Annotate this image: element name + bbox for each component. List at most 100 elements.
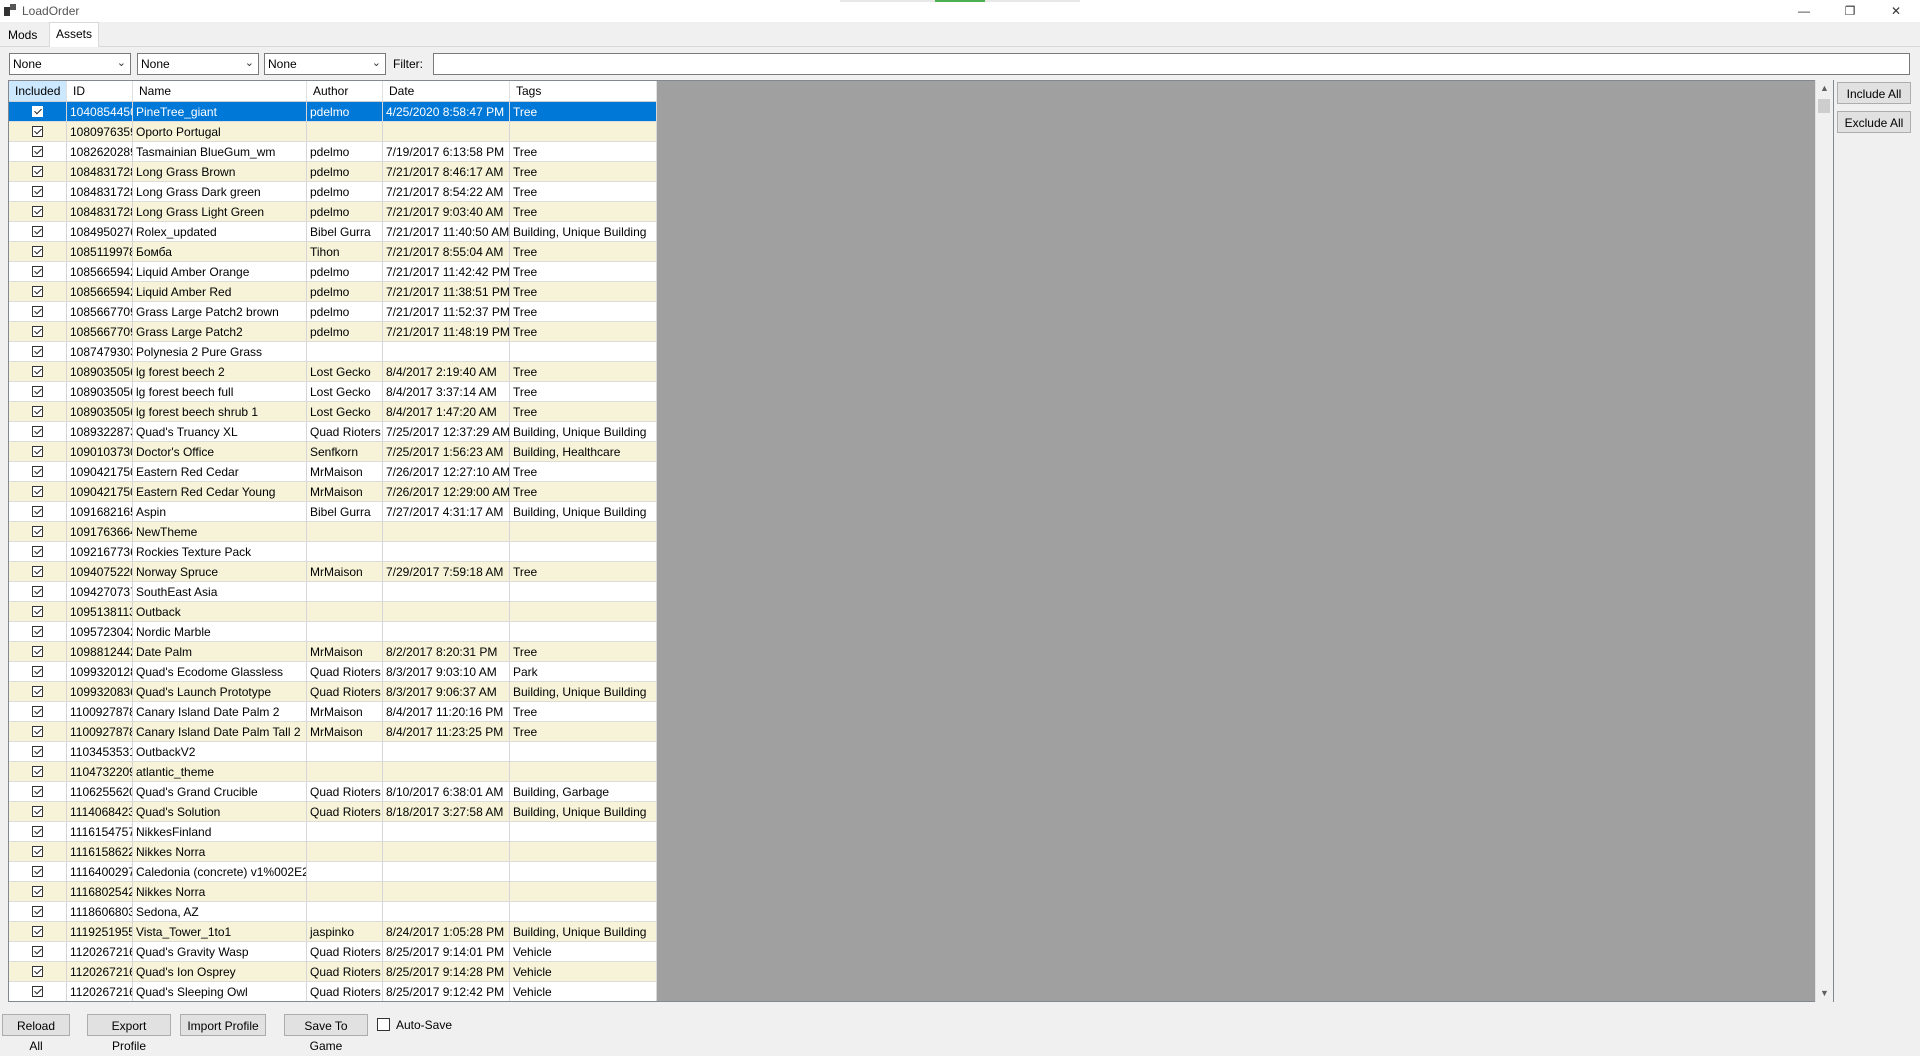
- included-checkbox[interactable]: [32, 246, 43, 257]
- included-cell[interactable]: [9, 802, 67, 822]
- included-checkbox[interactable]: [32, 446, 43, 457]
- included-checkbox[interactable]: [32, 106, 43, 117]
- table-row[interactable]: 1084831728 Long Grass Light Green pdelmo 7/…: [9, 202, 657, 222]
- included-checkbox[interactable]: [32, 706, 43, 717]
- included-cell[interactable]: [9, 982, 67, 1001]
- tab-mods[interactable]: Mods: [2, 24, 43, 46]
- exclude-all-button[interactable]: Exclude All: [1837, 111, 1911, 133]
- included-checkbox[interactable]: [32, 846, 43, 857]
- included-checkbox[interactable]: [32, 566, 43, 577]
- included-cell[interactable]: [9, 742, 67, 762]
- included-cell[interactable]: [9, 222, 67, 242]
- included-cell[interactable]: [9, 402, 67, 422]
- included-cell[interactable]: [9, 502, 67, 522]
- included-cell[interactable]: [9, 322, 67, 342]
- column-header-author[interactable]: Author: [307, 81, 383, 101]
- table-row[interactable]: 1119251955 Vista_Tower_1to1 jaspinko 8/24/2…: [9, 922, 657, 942]
- table-row[interactable]: 1095138113 Outback: [9, 602, 657, 622]
- table-row[interactable]: 1116400297 Caledonia (concrete) v1%002E2: [9, 862, 657, 882]
- scrollbar-thumb[interactable]: [1818, 99, 1830, 113]
- table-row[interactable]: 1085665942 Liquid Amber Orange pdelmo 7/21/…: [9, 262, 657, 282]
- included-cell[interactable]: [9, 482, 67, 502]
- import-profile-button[interactable]: Import Profile: [180, 1014, 266, 1036]
- included-checkbox[interactable]: [32, 486, 43, 497]
- filter-combo-3[interactable]: None ⌄: [264, 53, 386, 75]
- table-row[interactable]: 1085119978 Бомба Tihon 7/21/2017 8:55:04 AM…: [9, 242, 657, 262]
- included-cell[interactable]: [9, 282, 67, 302]
- close-button[interactable]: ✕: [1873, 0, 1919, 22]
- column-header-tags[interactable]: Tags: [510, 81, 657, 101]
- included-checkbox[interactable]: [32, 426, 43, 437]
- column-header-id[interactable]: ID: [67, 81, 133, 101]
- included-cell[interactable]: [9, 142, 67, 162]
- grid-vertical-scrollbar[interactable]: ▲ ▼: [1815, 80, 1833, 1002]
- included-checkbox[interactable]: [32, 126, 43, 137]
- included-checkbox[interactable]: [32, 226, 43, 237]
- tab-assets[interactable]: Assets: [49, 22, 100, 47]
- included-checkbox[interactable]: [32, 346, 43, 357]
- included-checkbox[interactable]: [32, 186, 43, 197]
- table-row[interactable]: 1103453531 OutbackV2: [9, 742, 657, 762]
- table-row[interactable]: 1094270737 SouthEast Asia: [9, 582, 657, 602]
- table-row[interactable]: 1100927878 Canary Island Date Palm Tall 2…: [9, 722, 657, 742]
- included-checkbox[interactable]: [32, 806, 43, 817]
- included-checkbox[interactable]: [32, 746, 43, 757]
- included-cell[interactable]: [9, 122, 67, 142]
- filter-combo-2[interactable]: None ⌄: [137, 53, 259, 75]
- included-cell[interactable]: [9, 782, 67, 802]
- included-checkbox[interactable]: [32, 506, 43, 517]
- table-row[interactable]: 1116802542 Nikkes Norra: [9, 882, 657, 902]
- included-cell[interactable]: [9, 562, 67, 582]
- included-checkbox[interactable]: [32, 666, 43, 677]
- table-row[interactable]: 1100927878 Canary Island Date Palm 2 MrMai…: [9, 702, 657, 722]
- included-checkbox[interactable]: [32, 326, 43, 337]
- table-row[interactable]: 1084950276 Rolex_updated Bibel Gurra 7/21/2…: [9, 222, 657, 242]
- table-row[interactable]: 1080976359 Oporto Portugal: [9, 122, 657, 142]
- scroll-down-icon[interactable]: ▼: [1816, 985, 1833, 1002]
- included-checkbox[interactable]: [32, 146, 43, 157]
- column-header-date[interactable]: Date: [383, 81, 510, 101]
- table-row[interactable]: 1094075220 Norway Spruce MrMaison 7/29/2017…: [9, 562, 657, 582]
- table-row[interactable]: 1120267216 Quad's Ion Osprey Quad Rioters 8…: [9, 962, 657, 982]
- included-cell[interactable]: [9, 622, 67, 642]
- table-row[interactable]: 1089035056 lg forest beech shrub 1 Lost Ge…: [9, 402, 657, 422]
- table-row[interactable]: 1085667709 Grass Large Patch2 brown pdelmo…: [9, 302, 657, 322]
- included-checkbox[interactable]: [32, 906, 43, 917]
- save-to-game-button[interactable]: Save To Game: [284, 1014, 368, 1053]
- table-row[interactable]: 1116154757 NikkesFinland: [9, 822, 657, 842]
- included-cell[interactable]: [9, 702, 67, 722]
- table-row[interactable]: 1098812442 Date Palm MrMaison 8/2/2017 8:20…: [9, 642, 657, 662]
- table-row[interactable]: 1091682165 Aspin Bibel Gurra 7/27/2017 4:31…: [9, 502, 657, 522]
- included-cell[interactable]: [9, 962, 67, 982]
- included-cell[interactable]: [9, 662, 67, 682]
- included-cell[interactable]: [9, 842, 67, 862]
- included-checkbox[interactable]: [32, 286, 43, 297]
- included-cell[interactable]: [9, 442, 67, 462]
- table-row[interactable]: 1116158622 Nikkes Norra: [9, 842, 657, 862]
- included-checkbox[interactable]: [32, 786, 43, 797]
- included-cell[interactable]: [9, 462, 67, 482]
- included-checkbox[interactable]: [32, 306, 43, 317]
- auto-save-checkbox[interactable]: [377, 1018, 390, 1031]
- column-header-name[interactable]: Name: [133, 81, 307, 101]
- included-cell[interactable]: [9, 682, 67, 702]
- table-row[interactable]: 1085667709 Grass Large Patch2 pdelmo 7/21/2…: [9, 322, 657, 342]
- included-cell[interactable]: [9, 102, 67, 122]
- included-checkbox[interactable]: [32, 546, 43, 557]
- included-checkbox[interactable]: [32, 386, 43, 397]
- included-checkbox[interactable]: [32, 586, 43, 597]
- included-cell[interactable]: [9, 382, 67, 402]
- included-cell[interactable]: [9, 362, 67, 382]
- table-row[interactable]: 1084831728 Long Grass Brown pdelmo 7/21/201…: [9, 162, 657, 182]
- table-row[interactable]: 1040854450 PineTree_giant pdelmo 4/25/2020 …: [9, 102, 657, 122]
- table-row[interactable]: 1087479303 Polynesia 2 Pure Grass: [9, 342, 657, 362]
- table-row[interactable]: 1085665942 Liquid Amber Red pdelmo 7/21/201…: [9, 282, 657, 302]
- included-cell[interactable]: [9, 942, 67, 962]
- included-checkbox[interactable]: [32, 886, 43, 897]
- table-row[interactable]: 1089035056 lg forest beech 2 Lost Gecko 8/4…: [9, 362, 657, 382]
- included-cell[interactable]: [9, 182, 67, 202]
- included-cell[interactable]: [9, 882, 67, 902]
- included-cell[interactable]: [9, 762, 67, 782]
- included-checkbox[interactable]: [32, 946, 43, 957]
- included-checkbox[interactable]: [32, 646, 43, 657]
